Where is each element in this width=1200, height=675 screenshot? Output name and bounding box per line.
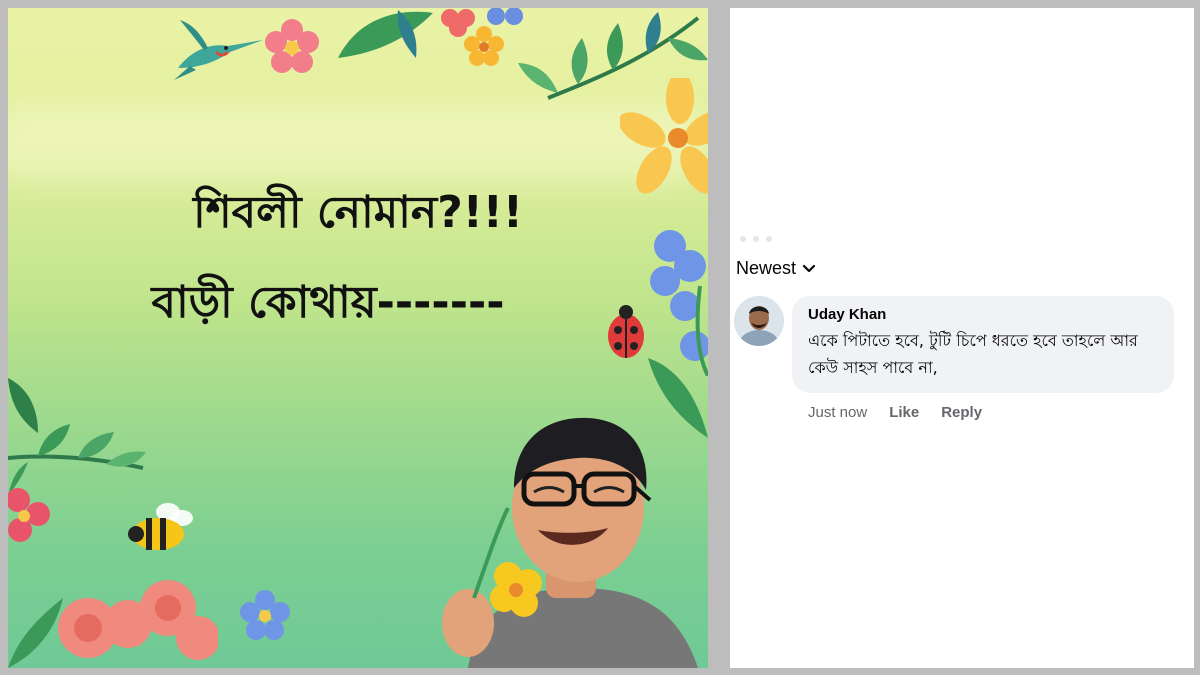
- chevron-down-icon: [802, 264, 816, 272]
- flower-icon: [8, 488, 50, 542]
- post-image[interactable]: শিবলী নোমান?!!! বাড়ী কোথায়-------: [8, 8, 708, 668]
- leaf-icon: [8, 378, 146, 496]
- comment-bubble: Uday Khan একে পিটাতে হবে, টুটি চিপে ধরতে…: [792, 296, 1174, 393]
- reply-button[interactable]: Reply: [941, 404, 982, 421]
- loading-dots-icon: [740, 236, 772, 242]
- comment-timestamp[interactable]: Just now: [808, 404, 867, 421]
- avatar[interactable]: [734, 296, 784, 346]
- comment-author[interactable]: Uday Khan: [808, 306, 1158, 323]
- hummingbird-icon: [174, 20, 263, 80]
- comment-sort-dropdown[interactable]: Newest: [736, 258, 816, 279]
- leaf-icon: [8, 598, 63, 668]
- leaf-icon: [338, 10, 433, 58]
- user-avatar-image: [734, 296, 784, 346]
- flower-icon: [441, 9, 475, 37]
- flower-icon: [265, 19, 319, 73]
- bee-icon: [128, 503, 193, 550]
- comments-panel: Newest Uday Khan একে পিটাতে হবে, টুটি চি…: [730, 8, 1194, 668]
- comment-text: একে পিটাতে হবে, টুটি চিপে ধরতে হবে তাহলে…: [808, 331, 1138, 377]
- flower-icon: [58, 580, 218, 660]
- headline-line-1: শিবলী নোমান?!!!: [193, 187, 523, 238]
- post-headline: শিবলী নোমান?!!! বাড়ী কোথায়-------: [8, 168, 708, 348]
- comment-actions: Just now Like Reply: [808, 404, 982, 421]
- avatar-character: [442, 417, 698, 668]
- like-button[interactable]: Like: [889, 404, 919, 421]
- headline-line-2: বাড়ী কোথায়-------: [151, 277, 505, 328]
- flower-icon: [240, 590, 290, 640]
- sort-label: Newest: [736, 258, 797, 278]
